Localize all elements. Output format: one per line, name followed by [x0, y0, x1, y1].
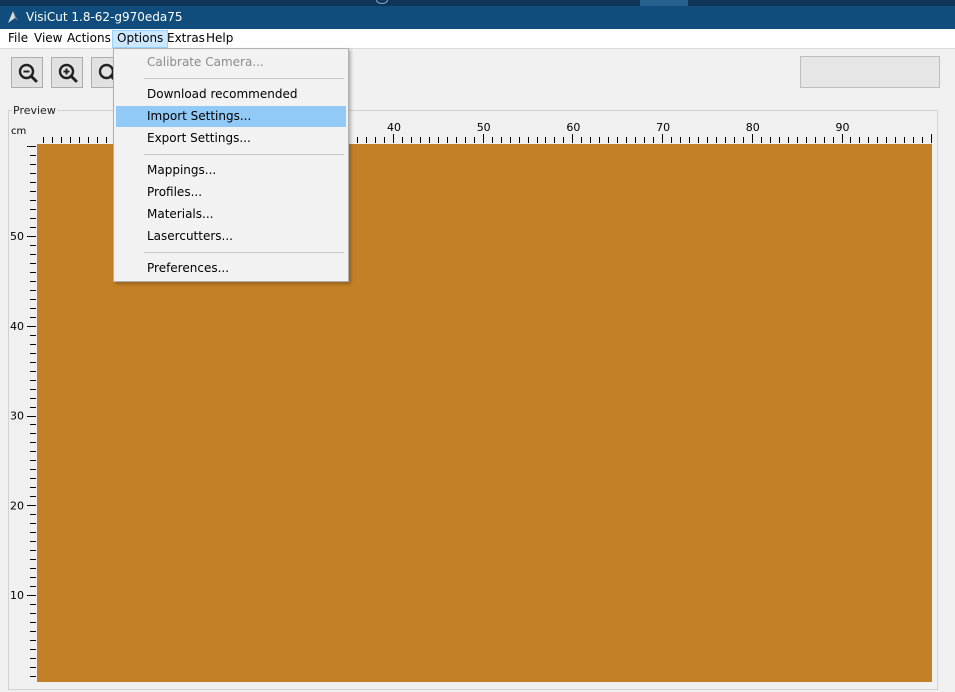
y-tick-label: 40: [10, 320, 24, 333]
x-tick-label: 90: [836, 121, 850, 134]
menu-separator: [144, 252, 344, 253]
menu-item-mappings[interactable]: Mappings...: [116, 160, 346, 181]
y-tick-label: 30: [10, 410, 24, 423]
y-tick-label: 10: [10, 589, 24, 602]
options-menu-dropdown: Calibrate Camera... Download recommended…: [113, 48, 349, 282]
x-tick-label: 50: [477, 121, 491, 134]
menu-separator: [144, 154, 344, 155]
menu-item-export-settings[interactable]: Export Settings...: [116, 128, 346, 149]
y-tick-label: 50: [10, 230, 24, 243]
menu-item-profiles[interactable]: Profiles...: [116, 182, 346, 203]
menu-separator: [144, 78, 344, 79]
x-tick-label: 70: [656, 121, 670, 134]
x-tick-label: 40: [387, 121, 401, 134]
menu-item-lasercutters[interactable]: Lasercutters...: [116, 226, 346, 247]
menu-item-materials[interactable]: Materials...: [116, 204, 346, 225]
x-tick-label: 60: [566, 121, 580, 134]
y-tick-label: 20: [10, 499, 24, 512]
x-tick-label: 80: [746, 121, 760, 134]
menu-item-preferences[interactable]: Preferences...: [116, 258, 346, 279]
menu-item-import-settings[interactable]: Import Settings...: [116, 106, 346, 127]
menu-item-download-recommended-settings[interactable]: Download recommended settings...: [116, 84, 346, 122]
menu-item-calibrate-camera: Calibrate Camera...: [147, 55, 264, 69]
